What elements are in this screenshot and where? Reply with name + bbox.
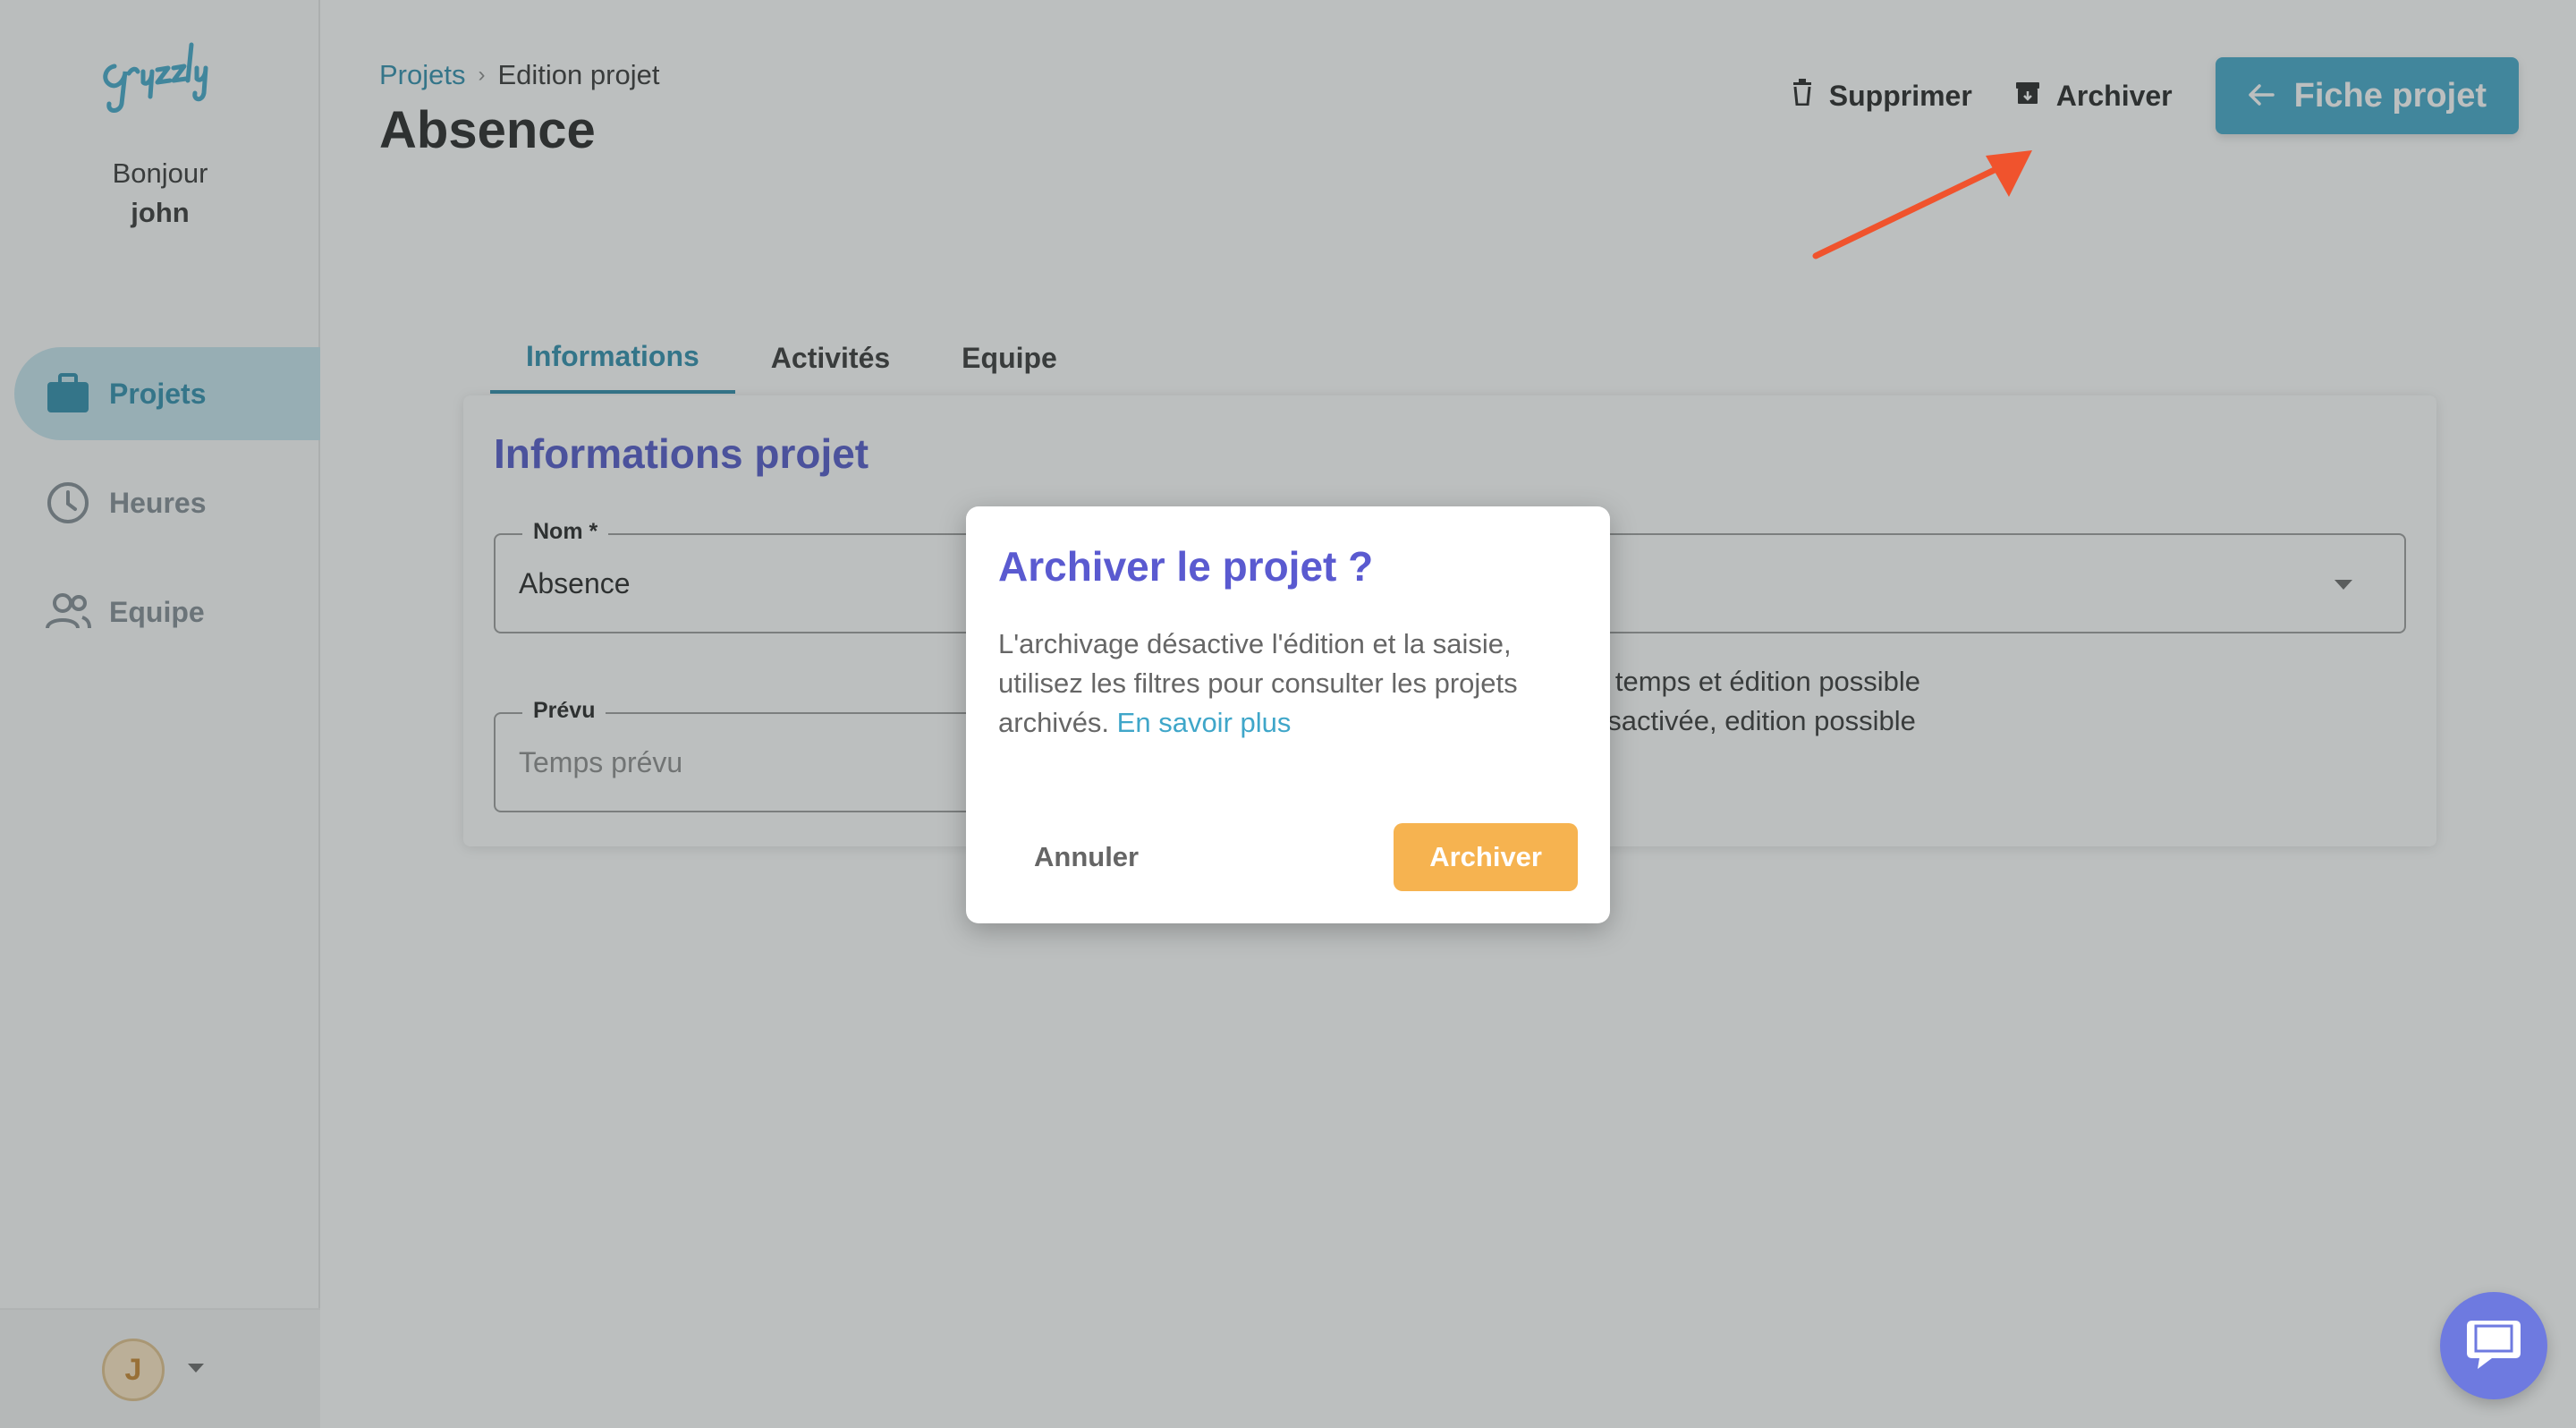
learn-more-link[interactable]: En savoir plus (1117, 707, 1292, 738)
dialog-body: L'archivage désactive l'édition et la sa… (998, 625, 1580, 743)
archive-dialog: Archiver le projet ? L'archivage désacti… (966, 506, 1610, 923)
chat-bubble-icon (2465, 1317, 2522, 1375)
dialog-title: Archiver le projet ? (998, 543, 1374, 590)
chat-launcher-button[interactable] (2440, 1292, 2547, 1399)
annotation-arrow-icon (1812, 150, 2032, 259)
cancel-button[interactable]: Annuler (998, 823, 1174, 891)
confirm-archive-button[interactable]: Archiver (1394, 823, 1578, 891)
